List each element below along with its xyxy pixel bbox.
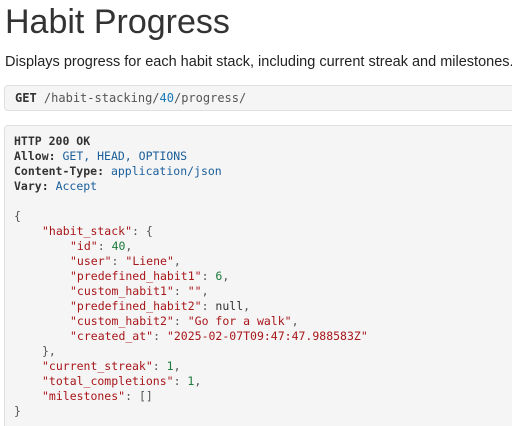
json-key: "predefined_habit2" — [70, 299, 202, 313]
json-habit-stack-fields: "id": 40, "user": "Liene", "predefined_hab… — [14, 239, 512, 344]
request-method: GET — [15, 91, 37, 105]
header-value: application/json — [110, 164, 222, 178]
json-field-line: "id": 40, — [70, 239, 133, 253]
header-name: Allow: — [14, 149, 56, 163]
json-total-completions-line: "total_completions": 1, — [42, 374, 202, 388]
json-field-line: "user": "Liene", — [70, 254, 181, 268]
json-value: 40 — [111, 239, 126, 253]
request-info: GET /habit-stacking/40/progress/ — [4, 85, 512, 111]
header-name: Vary: — [14, 179, 49, 193]
json-field-line: "custom_habit1": "", — [70, 284, 209, 298]
request-path-suffix: /progress/ — [173, 91, 247, 105]
json-value: "Liene" — [125, 254, 174, 268]
json-punctuation: : { — [132, 224, 153, 238]
json-habit-stack-line: "habit_stack": { — [14, 224, 512, 239]
response-header: Content-Type: application/json — [14, 164, 512, 179]
json-key: "milestones" — [42, 389, 126, 403]
page-description: Displays progress for each habit stack, … — [5, 54, 512, 70]
json-key: "total_completions" — [42, 374, 174, 388]
json-value: 1 — [166, 359, 174, 373]
header-value: GET, HEAD, OPTIONS — [62, 149, 188, 163]
json-key: "habit_stack" — [42, 224, 133, 238]
json-key: "user" — [70, 254, 112, 268]
json-field-line: "predefined_habit1": 6, — [70, 269, 230, 283]
json-value: null — [215, 299, 244, 313]
header-name: Content-Type: — [14, 164, 105, 178]
response-body: { "habit_stack": { "id": 40, "user": "Lie… — [14, 209, 512, 419]
json-key: "current_streak" — [42, 359, 153, 373]
json-value: "2025-02-07T09:47:47.988583Z" — [166, 329, 368, 343]
json-field-line: "created_at": "2025-02-07T09:47:47.98858… — [70, 329, 368, 343]
response-status: HTTP 200 OK — [14, 134, 91, 148]
json-close-brace: } — [14, 404, 21, 418]
response-header: Allow: GET, HEAD, OPTIONS — [14, 149, 512, 164]
json-habit-stack-close: }, — [42, 344, 56, 358]
json-key: "custom_habit2" — [70, 314, 174, 328]
request-path-prefix: /habit-stacking/ — [43, 91, 160, 105]
json-value: "" — [187, 284, 202, 298]
response-header: Vary: Accept — [14, 179, 512, 194]
json-key: "predefined_habit1" — [70, 269, 202, 283]
json-field-line: "custom_habit2": "Go for a walk", — [70, 314, 299, 328]
json-key: "created_at" — [70, 329, 154, 343]
request-path: /habit-stacking/40/progress/ — [44, 91, 246, 105]
json-field-line: "predefined_habit2": null, — [70, 299, 251, 313]
json-key: "custom_habit1" — [70, 284, 174, 298]
json-key: "id" — [70, 239, 98, 253]
json-current-streak-line: "current_streak": 1, — [42, 359, 181, 373]
page-title: Habit Progress — [5, 3, 230, 41]
json-open-brace: { — [14, 209, 21, 223]
response-info: HTTP 200 OK Allow: GET, HEAD, OPTIONS Co… — [4, 125, 512, 426]
json-value: "Go for a walk" — [187, 314, 292, 328]
request-path-id: 40 — [159, 91, 174, 105]
json-milestones-line: "milestones": [] — [42, 389, 153, 403]
json-value: [] — [138, 389, 153, 403]
response-headers: Allow: GET, HEAD, OPTIONS Content-Type: … — [14, 149, 512, 194]
header-value: Accept — [55, 179, 98, 193]
